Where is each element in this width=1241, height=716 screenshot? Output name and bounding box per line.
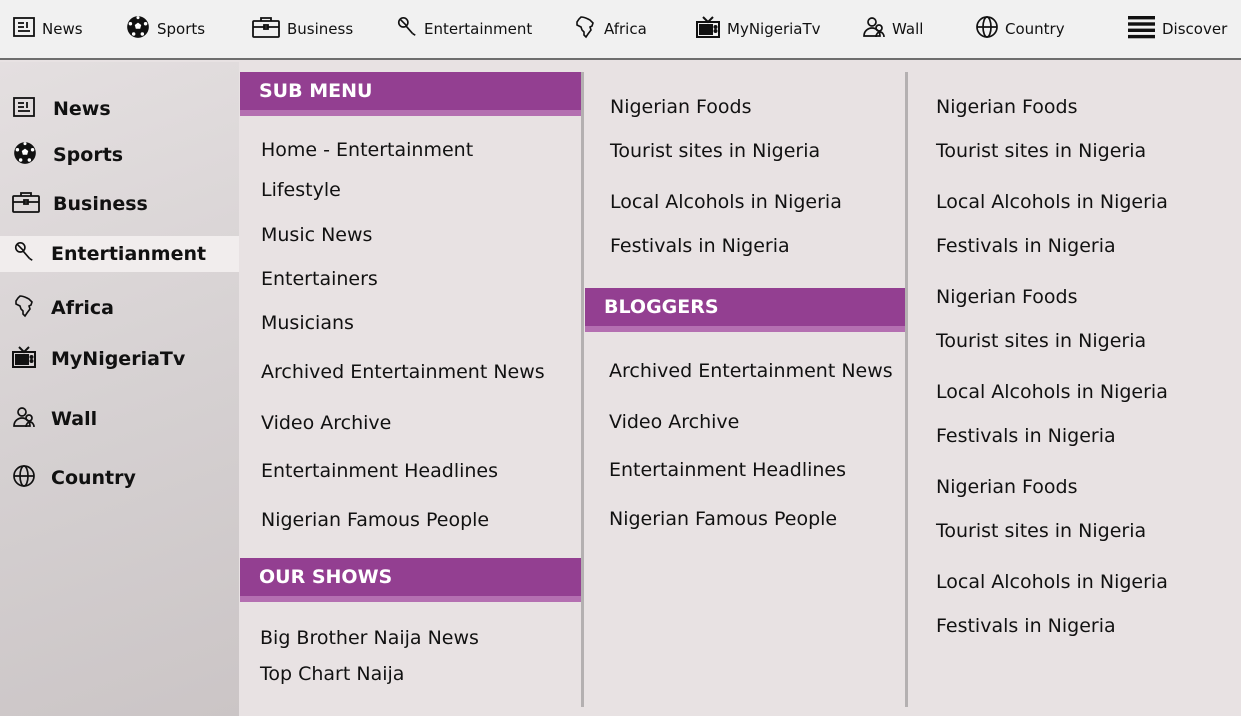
topic-link[interactable]: Local Alcohols in Nigeria <box>936 570 1168 594</box>
topnav-item-news[interactable]: News <box>12 0 83 58</box>
bloggers-header: BLOGGERS <box>585 288 905 332</box>
our-shows-header: OUR SHOWS <box>240 558 581 602</box>
sidebar-item-label: News <box>53 98 111 120</box>
sidebar-item-country[interactable]: Country <box>0 460 239 496</box>
globe-icon <box>12 464 36 493</box>
submenu-column: SUB MENU Home - Entertainment Lifestyle … <box>240 72 584 707</box>
sidebar-item-mynigeriatv[interactable]: MyNigeriaTv <box>0 341 239 377</box>
blogger-link[interactable]: Archived Entertainment News <box>609 359 893 383</box>
topnav-item-business[interactable]: Business <box>251 0 353 58</box>
sidebar-item-label: Wall <box>51 408 98 430</box>
newspaper-icon <box>12 95 36 124</box>
africa-map-icon <box>574 15 604 43</box>
top-navigation: News Sports Business Entertainment Afric… <box>0 0 1241 60</box>
tv-icon <box>695 15 727 43</box>
topnav-label: Country <box>1005 20 1065 38</box>
topic-link[interactable]: Local Alcohols in Nigeria <box>936 380 1168 404</box>
soccer-ball-icon <box>12 140 38 171</box>
topic-link[interactable]: Nigerian Foods <box>610 95 752 119</box>
topnav-item-sports[interactable]: Sports <box>125 0 205 58</box>
show-link[interactable]: Big Brother Naija News <box>260 626 479 650</box>
africa-map-icon <box>13 294 37 323</box>
topic-link[interactable]: Tourist sites in Nigeria <box>936 329 1146 353</box>
soccer-ball-icon <box>125 14 157 44</box>
submenu-link[interactable]: Entertainment Headlines <box>261 459 498 483</box>
submenu-link[interactable]: Home - Entertainment <box>261 138 473 162</box>
topic-link[interactable]: Local Alcohols in Nigeria <box>610 190 842 214</box>
sidebar-item-label: Entertianment <box>51 243 207 265</box>
sidebar-item-entertainment[interactable]: Entertianment <box>0 236 239 272</box>
sidebar-item-africa[interactable]: Africa <box>0 290 239 326</box>
microphone-icon <box>396 15 424 43</box>
topic-link[interactable]: Nigerian Foods <box>936 285 1078 309</box>
submenu-link[interactable]: Musicians <box>261 311 354 335</box>
tv-icon <box>11 345 37 374</box>
submenu-link[interactable]: Music News <box>261 223 372 247</box>
people-icon <box>862 15 892 43</box>
more-topics-column: Nigerian Foods Tourist sites in Nigeria … <box>909 72 1241 707</box>
show-link[interactable]: Top Chart Naija <box>260 662 404 686</box>
topic-link[interactable]: Festivals in Nigeria <box>936 424 1116 448</box>
sidebar-item-label: Sports <box>53 144 124 166</box>
sidebar-item-wall[interactable]: Wall <box>0 401 239 437</box>
submenu-link[interactable]: Lifestyle <box>261 178 341 202</box>
topic-link[interactable]: Nigerian Foods <box>936 95 1078 119</box>
globe-icon <box>975 15 1005 43</box>
topnav-label: Entertainment <box>424 20 533 38</box>
submenu-link[interactable]: Nigerian Famous People <box>261 508 489 532</box>
newspaper-icon <box>12 15 42 43</box>
sidebar-item-label: Business <box>53 193 148 215</box>
topnav-label: Africa <box>604 20 647 38</box>
submenu-header: SUB MENU <box>240 72 581 116</box>
briefcase-icon <box>11 190 41 219</box>
topic-link[interactable]: Local Alcohols in Nigeria <box>936 190 1168 214</box>
topics-column: Nigerian Foods Tourist sites in Nigeria … <box>585 72 908 707</box>
topnav-label: News <box>42 20 83 38</box>
topic-link[interactable]: Festivals in Nigeria <box>936 234 1116 258</box>
sidebar-item-label: MyNigeriaTv <box>51 348 186 370</box>
submenu-link[interactable]: Video Archive <box>261 411 391 435</box>
sidebar-item-sports[interactable]: Sports <box>0 137 239 173</box>
topnav-label: MyNigeriaTv <box>727 20 821 38</box>
microphone-icon <box>13 240 35 269</box>
sidebar: News Sports Business Entertianment Afric… <box>0 62 239 716</box>
submenu-link[interactable]: Entertainers <box>261 267 378 291</box>
topic-link[interactable]: Festivals in Nigeria <box>610 234 790 258</box>
submenu-link[interactable]: Archived Entertainment News <box>261 360 545 384</box>
topnav-label: Discover <box>1162 20 1228 38</box>
topic-link[interactable]: Tourist sites in Nigeria <box>936 139 1146 163</box>
topnav-item-mynigeriatv[interactable]: MyNigeriaTv <box>695 0 821 58</box>
people-icon <box>12 405 36 434</box>
topic-link[interactable]: Nigerian Foods <box>936 475 1078 499</box>
topnav-label: Sports <box>157 20 206 38</box>
topic-link[interactable]: Tourist sites in Nigeria <box>936 519 1146 543</box>
topnav-item-africa[interactable]: Africa <box>574 0 647 58</box>
topnav-item-country[interactable]: Country <box>975 0 1065 58</box>
sidebar-item-news[interactable]: News <box>0 91 239 127</box>
briefcase-icon <box>251 15 287 43</box>
blogger-link[interactable]: Entertainment Headlines <box>609 458 846 482</box>
blogger-link[interactable]: Nigerian Famous People <box>609 507 837 531</box>
topnav-item-discover[interactable]: Discover <box>1127 0 1227 58</box>
topic-link[interactable]: Festivals in Nigeria <box>936 614 1116 638</box>
menu-icon <box>1127 15 1162 43</box>
topnav-label: Business <box>287 20 354 38</box>
topnav-label: Wall <box>892 20 924 38</box>
topnav-item-entertainment[interactable]: Entertainment <box>396 0 532 58</box>
topnav-item-wall[interactable]: Wall <box>862 0 923 58</box>
sidebar-item-label: Africa <box>51 297 114 319</box>
topic-link[interactable]: Tourist sites in Nigeria <box>610 139 820 163</box>
blogger-link[interactable]: Video Archive <box>609 410 739 434</box>
sidebar-item-label: Country <box>51 467 136 489</box>
sidebar-item-business[interactable]: Business <box>0 186 239 222</box>
